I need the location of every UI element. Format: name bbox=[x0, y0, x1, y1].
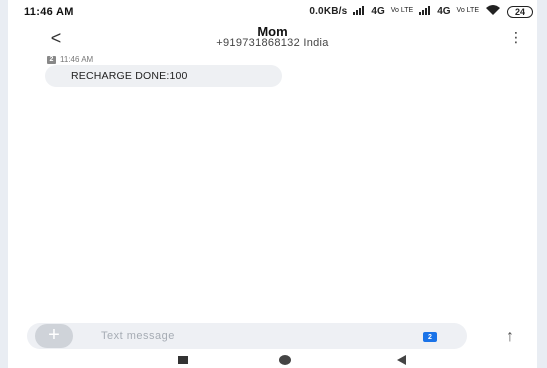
message-meta: 2 11:46 AM bbox=[47, 55, 93, 64]
navigation-bar bbox=[8, 352, 537, 368]
left-edge bbox=[0, 0, 8, 368]
arrow-up-icon: ↑ bbox=[506, 328, 514, 345]
sim-selector-button[interactable]: 2 bbox=[423, 332, 437, 342]
add-attachment-button[interactable]: + bbox=[35, 324, 73, 348]
status-bar: 11:46 AM 0.0KB/s 4G Vo LTE 4G Vo LTE 24 bbox=[8, 0, 537, 18]
battery-icon: 24 bbox=[507, 5, 533, 18]
send-button[interactable]: ↑ bbox=[500, 327, 520, 347]
volte-label-1: Vo LTE bbox=[390, 7, 414, 14]
volte-label-2: Vo LTE bbox=[456, 7, 479, 14]
more-vert-icon: ⋮ bbox=[509, 29, 523, 45]
contact-number: +919731868132 India bbox=[216, 37, 329, 49]
signal-icon bbox=[419, 5, 431, 18]
more-options-button[interactable]: ⋮ bbox=[509, 28, 523, 46]
conversation-header: < Mom +919731868132 India ⋮ bbox=[8, 20, 537, 50]
recents-button[interactable] bbox=[178, 356, 188, 364]
network-label-2: 4G bbox=[437, 6, 451, 17]
status-time: 11:46 AM bbox=[24, 6, 74, 18]
message-text: RECHARGE DONE:100 bbox=[71, 70, 188, 82]
battery-level: 24 bbox=[514, 6, 525, 17]
message-bubble[interactable]: RECHARGE DONE:100 bbox=[45, 65, 282, 87]
sim-badge: 2 bbox=[47, 55, 56, 64]
wifi-icon bbox=[485, 4, 501, 19]
nav-back-button[interactable] bbox=[397, 355, 406, 365]
message-input[interactable] bbox=[101, 328, 381, 344]
net-speed: 0.0KB/s bbox=[309, 6, 348, 17]
plus-icon: + bbox=[48, 324, 60, 346]
status-indicators: 0.0KB/s 4G Vo LTE 4G Vo LTE 24 bbox=[309, 4, 533, 19]
compose-bar: + 2 bbox=[27, 323, 467, 349]
network-label-1: 4G bbox=[371, 6, 385, 17]
home-button[interactable] bbox=[279, 355, 291, 365]
right-edge bbox=[537, 0, 547, 368]
message-time: 11:46 AM bbox=[60, 55, 94, 64]
signal-icon bbox=[353, 5, 365, 18]
